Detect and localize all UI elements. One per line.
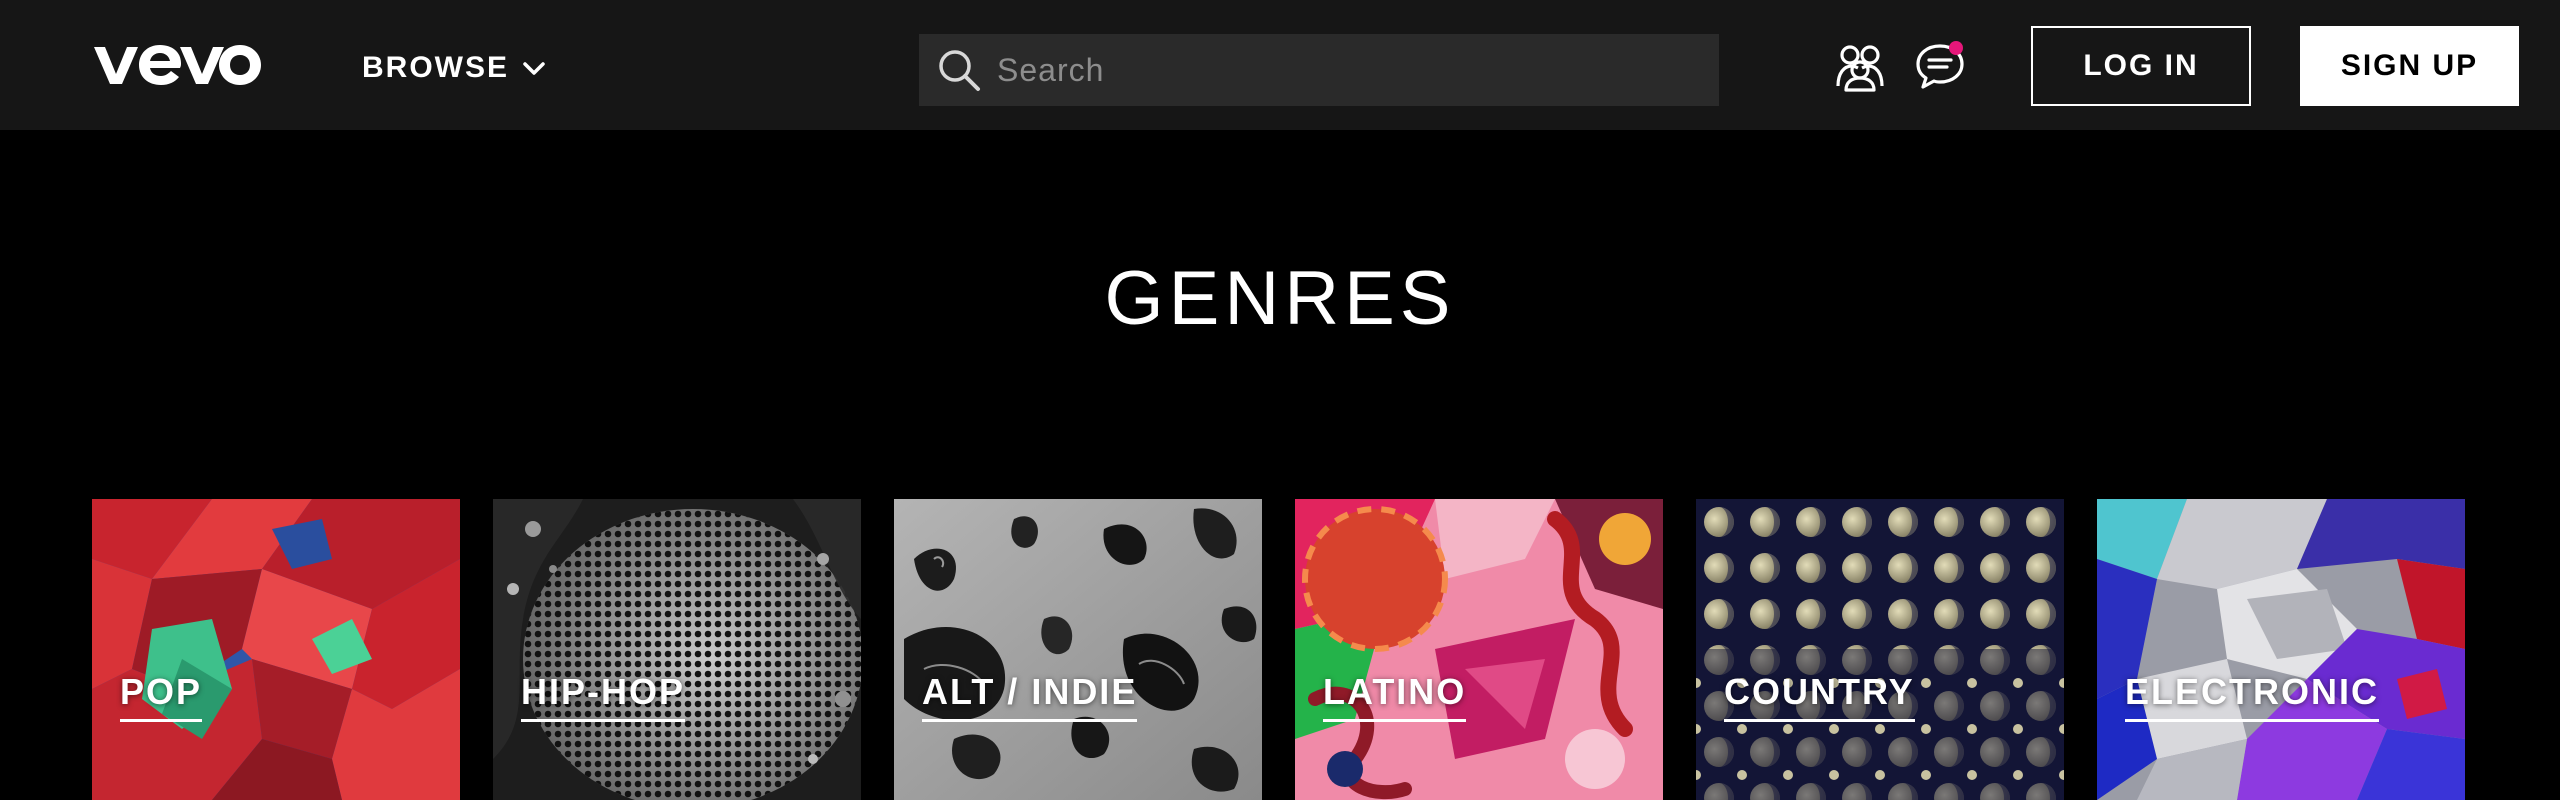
genre-tile-alt-indie[interactable]: ALT / INDIE [894,499,1262,800]
log-in-button[interactable]: LOG IN [2031,26,2251,106]
latino-artwork [1295,499,1663,800]
search-bar [919,34,1719,106]
browse-menu-button[interactable]: BROWSE [362,48,545,88]
genre-label-pop: POP [120,671,203,722]
hip-hop-artwork [493,499,861,800]
electronic-artwork [2097,499,2465,800]
browse-label: BROWSE [362,51,509,84]
top-navigation-bar: BROWSE LOG IN SIGN UP [0,0,2560,130]
genre-tile-electronic[interactable]: ELECTRONIC [2097,499,2465,800]
search-icon[interactable] [935,46,983,94]
page-title: GENRES [1104,256,1456,341]
genre-label-hip-hop: HIP-HOP [521,671,686,722]
genre-label-electronic: ELECTRONIC [2125,671,2379,722]
chat-bubble-icon [1916,41,1964,89]
artists-group-icon[interactable] [1834,40,1886,92]
genre-tile-pop[interactable]: POP [92,499,460,800]
sign-up-button[interactable]: SIGN UP [2300,26,2519,106]
search-input[interactable] [983,34,1719,106]
genre-label-latino: LATINO [1323,671,1467,722]
notification-dot [1949,41,1963,55]
vevo-logo[interactable] [92,38,262,92]
chevron-down-icon [523,57,545,79]
alt-indie-artwork [894,499,1262,800]
pop-artwork [92,499,460,800]
country-artwork [1696,499,2064,800]
genre-tile-latino[interactable]: LATINO [1295,499,1663,800]
genre-label-alt-indie: ALT / INDIE [922,671,1138,722]
genre-tile-hip-hop[interactable]: HIP-HOP [493,499,861,800]
messages-button[interactable] [1914,40,1966,92]
genre-label-country: COUNTRY [1724,671,1915,722]
vevo-logo-mark [94,45,261,85]
genre-tile-country[interactable]: COUNTRY [1696,499,2064,800]
